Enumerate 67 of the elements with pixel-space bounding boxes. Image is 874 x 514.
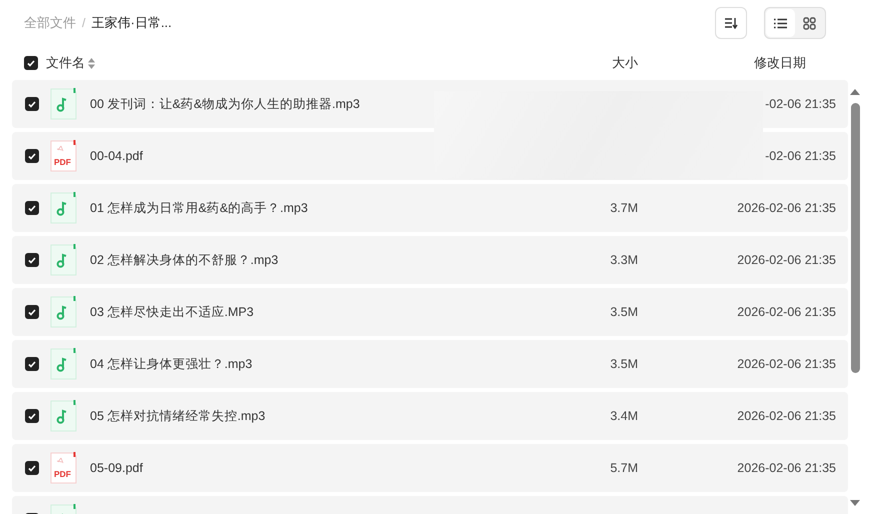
checkbox[interactable] [25,253,39,267]
file-row[interactable]: 05 怎样对抗情绪经常失控.mp3 3.4M 2026-02-06 21:35 [12,392,848,440]
file-name: 05 怎样对抗情绪经常失控.mp3 [90,408,266,425]
list-icon [774,18,787,28]
breadcrumb-item: 王家伟·日常... [91,14,172,32]
check-icon [28,464,36,472]
audio-file-icon [50,296,77,328]
file-row[interactable]: PDF 05-09.pdf 5.7M 2026-02-06 21:35 [12,444,848,492]
checkbox[interactable] [25,305,39,319]
file-name: 01 怎样成为日常用&药&的高手？.mp3 [90,200,308,217]
file-name: 00 发刊词：让&药&物成为你人生的助推器.mp3 [90,96,360,113]
check-icon [28,412,36,420]
audio-file-icon [50,88,77,120]
pdf-file-icon: PDF [50,140,77,172]
checkbox[interactable] [24,56,38,70]
breadcrumb-separator: / [82,14,86,32]
file-row[interactable]: 01 怎样成为日常用&药&的高手？.mp3 3.7M 2026-02-06 21:35 [12,184,848,232]
file-name: 04 怎样让身体更强壮？.mp3 [90,356,252,373]
sort-button[interactable] [715,7,747,39]
modified-date: -02-06 21:35 [764,96,836,113]
sort-icon [724,17,738,29]
audio-file-icon [50,348,77,380]
list-view-button[interactable] [766,9,795,37]
file-row[interactable]: 03 怎样尽快走出不适应.MP3 3.5M 2026-02-06 21:35 [12,288,848,336]
file-name: 03 怎样尽快走出不适应.MP3 [90,304,254,321]
check-icon [28,360,36,368]
modified-date: 2026-02-06 21:35 [736,252,836,269]
modified-date: 2026-02-06 21:35 [736,304,836,321]
modified-date: 2026-02-06 21:35 [736,356,836,373]
file-size: 3.3M [609,252,638,269]
checkbox[interactable] [25,97,39,111]
file-size: 3.5M [609,356,638,373]
grid-icon [803,16,816,30]
file-name: 02 怎样解决身体的不舒服？.mp3 [90,252,278,269]
audio-file-icon [50,400,77,432]
column-header: 大小 [611,54,638,72]
check-icon [28,308,36,316]
checkbox[interactable] [25,149,39,163]
checkbox[interactable] [25,201,39,215]
check-icon [28,204,36,212]
file-size: 3.7M [609,200,638,217]
modified-date: 2026-02-06 21:35 [736,408,836,425]
file-name: 05-09.pdf [90,460,143,477]
check-icon [28,100,36,108]
scroll-down-arrow-icon[interactable] [850,500,860,507]
checkbox[interactable] [25,461,39,475]
scroll-up-arrow-icon[interactable] [850,88,860,95]
file-name: 00-04.pdf [90,148,143,165]
checkbox[interactable] [25,357,39,371]
audio-file-icon [50,192,77,224]
modified-date: 2026-02-06 21:35 [736,200,836,217]
pdf-file-icon: PDF [50,452,77,484]
column-header: 修改日期 [753,54,807,72]
file-row[interactable]: 04 怎样让身体更强壮？.mp3 3.5M 2026-02-06 21:35 [12,340,848,388]
checkbox[interactable] [25,409,39,423]
file-size: 5.7M [609,460,638,477]
file-row[interactable]: 02 怎样解决身体的不舒服？.mp3 3.3M 2026-02-06 21:35 [12,236,848,284]
check-icon [28,152,36,160]
file-size: 3.4M [609,408,638,425]
column-header: 文件名 [46,54,85,72]
sort-icon [88,58,96,68]
modified-date: 2026-02-06 21:35 [736,460,836,477]
modified-date: -02-06 21:35 [764,148,836,165]
audio-file-icon [50,244,77,276]
check-icon [27,60,35,66]
check-icon [28,256,36,264]
file-size: 3.5M [609,304,638,321]
